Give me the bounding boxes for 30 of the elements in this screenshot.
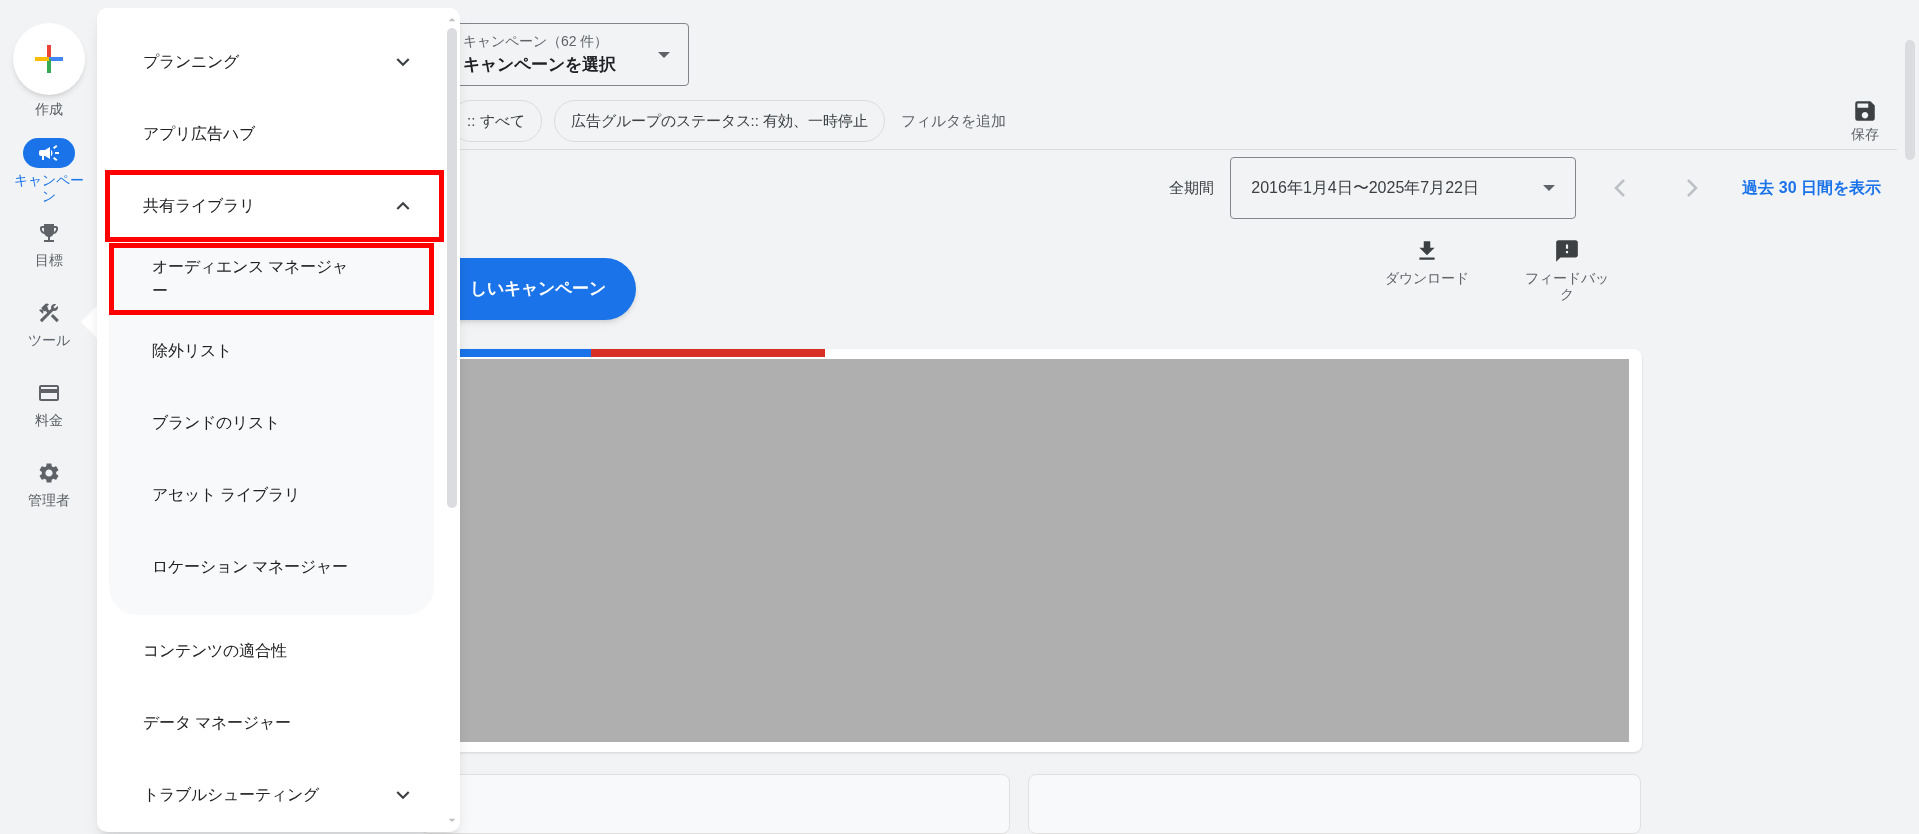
scrollbar-thumb[interactable] bbox=[447, 28, 457, 508]
rail-item[interactable]: キャンペーン bbox=[8, 138, 89, 204]
dropdown-icon bbox=[1543, 184, 1556, 191]
submenu-item[interactable]: ロケーション マネージャー bbox=[109, 531, 434, 603]
rail-item[interactable]: 目標 bbox=[8, 218, 89, 268]
plus-icon bbox=[32, 43, 65, 75]
menu-item[interactable]: トラブルシューティング bbox=[105, 759, 444, 831]
date-range-picker[interactable]: 2016年1月4日〜2025年7月22日 bbox=[1230, 156, 1577, 219]
menu-item[interactable]: アプリ広告ハブ bbox=[105, 98, 444, 170]
feedback-button[interactable]: フィードバック bbox=[1512, 237, 1622, 302]
submenu-item[interactable]: ブランドのリスト bbox=[109, 387, 434, 459]
rail-item[interactable]: ツール bbox=[8, 298, 89, 348]
download-button[interactable]: ダウンロード bbox=[1372, 237, 1482, 286]
date-range-label: 全期間 bbox=[1169, 177, 1215, 198]
add-filter-link[interactable]: フィルタを追加 bbox=[897, 109, 1011, 133]
feedback-icon bbox=[1554, 237, 1580, 264]
menu-item[interactable]: データ マネージャー bbox=[105, 687, 444, 759]
menu-item[interactable]: 共有ライブラリ bbox=[105, 170, 444, 242]
dropdown-icon bbox=[658, 51, 670, 58]
save-icon bbox=[1852, 98, 1878, 124]
submenu-item[interactable]: アセット ライブラリ bbox=[109, 459, 434, 531]
chevron-left-icon bbox=[1614, 177, 1627, 198]
chevron-right-icon bbox=[1686, 177, 1699, 198]
tools-icon bbox=[36, 301, 61, 325]
save-button[interactable]: 保存 bbox=[1851, 98, 1879, 145]
create-label: 作成 bbox=[34, 100, 63, 119]
last-30-days-link[interactable]: 過去 30 日間を表示 bbox=[1742, 175, 1881, 200]
rail-item[interactable]: 管理者 bbox=[8, 458, 89, 508]
rail-item[interactable]: 料金 bbox=[8, 378, 89, 428]
menu-item[interactable]: コンテンツの適合性 bbox=[105, 615, 444, 687]
